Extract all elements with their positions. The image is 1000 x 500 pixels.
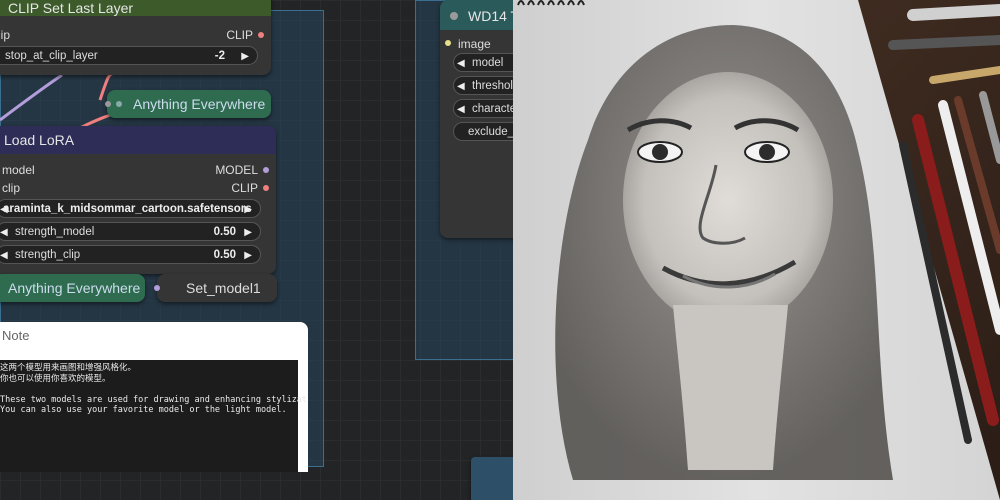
set-model-label: Set_model1 <box>186 280 261 296</box>
note-text[interactable]: 这两个模型用来画图和增强风格化。 你也可以使用你喜欢的模型。 These two… <box>0 360 308 472</box>
clip-node-title[interactable]: CLIP Set Last Layer <box>0 0 271 16</box>
lora-node-title-text: Load LoRA <box>4 132 75 148</box>
lora-output-model: MODEL <box>215 163 258 177</box>
anything-everywhere-node-2[interactable]: Anything Everywhere <box>0 274 145 302</box>
lora-clip-output-socket[interactable] <box>263 185 269 191</box>
wd14-exclude-tags-label: exclude_tags <box>468 126 513 138</box>
wire-clip <box>0 73 63 122</box>
partial-node-bottom[interactable] <box>471 457 513 500</box>
stop-at-clip-layer-widget[interactable]: stop_at_clip_layer -2 ▶ <box>0 46 258 65</box>
stop-at-clip-layer-label: stop_at_clip_layer <box>5 50 98 62</box>
set-model-input-socket[interactable] <box>154 285 160 291</box>
wd14-model-widget[interactable]: ◀ model <box>453 53 513 72</box>
increment-arrow-icon[interactable]: ▶ <box>241 47 249 66</box>
strength-model-dec-arrow-icon[interactable]: ◀ <box>0 223 8 242</box>
anything-everywhere-dot-1 <box>116 101 122 107</box>
wd14-character-threshold-label: character_threshold <box>472 103 513 115</box>
lora-name-value: araminta_k_midsommar_cartoon.safetensors <box>3 203 252 215</box>
strength-model-label: strength_model <box>15 226 95 238</box>
wd14-threshold-widget[interactable]: ◀ threshold <box>453 76 513 95</box>
lora-name-widget[interactable]: ◀ araminta_k_midsommar_cartoon.safetenso… <box>0 199 261 218</box>
wd14-collapse-dot[interactable] <box>450 12 458 20</box>
lora-next-arrow-icon[interactable]: ▶ <box>244 200 252 219</box>
clip-node-title-text: CLIP Set Last Layer <box>8 0 134 16</box>
lora-model-output-socket[interactable] <box>263 167 269 173</box>
clip-set-last-layer-node[interactable]: CLIP Set Last Layer clip CLIP stop_at_cl… <box>0 0 271 75</box>
lora-input-clip: clip <box>2 181 21 195</box>
note-title: Note <box>2 328 30 343</box>
left-iris <box>652 144 668 160</box>
lora-node-title[interactable]: Load LoRA <box>0 126 276 154</box>
anything-everywhere-socket-1[interactable] <box>105 101 111 107</box>
strength-model-widget[interactable]: ◀ strength_model 0.50 ▶ <box>0 222 261 241</box>
wd14-node-title-text: WD14 Tagger <box>468 8 513 24</box>
anything-everywhere-label-2: Anything Everywhere <box>8 280 141 296</box>
clip-input-label: clip <box>0 28 11 42</box>
wd14-character-threshold-widget[interactable]: ◀ character_threshold <box>453 99 513 118</box>
neck-shape <box>673 305 788 470</box>
wd14-exclude-tags-widget[interactable]: exclude_tags <box>453 122 513 141</box>
node-graph-canvas[interactable]: CLIP Set Last Layer clip CLIP stop_at_cl… <box>0 0 513 500</box>
wd14-model-label: model <box>472 57 504 69</box>
wd14-tagger-node[interactable]: WD14 Tagger image ◀ model ◀ threshold ◀ … <box>440 0 513 238</box>
anything-everywhere-node-1[interactable]: Anything Everywhere <box>105 90 271 118</box>
load-lora-node[interactable]: Load LoRA model clip MODEL CLIP ◀ aramin… <box>0 126 276 274</box>
wd14-character-threshold-arrow-icon[interactable]: ◀ <box>457 100 465 117</box>
face-shape <box>623 72 833 328</box>
strength-clip-inc-arrow-icon[interactable]: ▶ <box>244 246 252 265</box>
clip-output-socket[interactable] <box>258 32 264 38</box>
stop-at-clip-layer-value: -2 <box>214 50 225 62</box>
wd14-image-input-socket[interactable] <box>445 40 451 46</box>
strength-model-inc-arrow-icon[interactable]: ▶ <box>244 223 252 242</box>
anything-everywhere-label-1: Anything Everywhere <box>133 96 266 112</box>
portrait-illustration <box>513 0 1000 500</box>
set-model-node[interactable]: Set_model1 <box>154 274 277 302</box>
strength-clip-value: 0.50 <box>213 249 236 261</box>
wd14-node-title[interactable]: WD14 Tagger <box>440 0 513 30</box>
wd14-threshold-arrow-icon[interactable]: ◀ <box>457 77 465 94</box>
strength-clip-label: strength_clip <box>15 249 81 261</box>
clip-output-label: CLIP <box>226 28 253 42</box>
pencil-sketch-portrait-image <box>513 0 1000 500</box>
lora-output-clip: CLIP <box>231 181 258 195</box>
wd14-model-arrow-icon[interactable]: ◀ <box>457 54 465 73</box>
strength-clip-widget[interactable]: ◀ strength_clip 0.50 ▶ <box>0 245 261 264</box>
lora-input-model: model <box>2 163 35 177</box>
wd14-image-input-label: image <box>458 37 491 51</box>
right-iris <box>759 144 775 160</box>
strength-clip-dec-arrow-icon[interactable]: ◀ <box>0 246 8 265</box>
note-node[interactable]: Note 这两个模型用来画图和增强风格化。 你也可以使用你喜欢的模型。 Thes… <box>0 322 308 472</box>
wd14-threshold-label: threshold <box>472 80 513 92</box>
strength-model-value: 0.50 <box>213 226 236 238</box>
